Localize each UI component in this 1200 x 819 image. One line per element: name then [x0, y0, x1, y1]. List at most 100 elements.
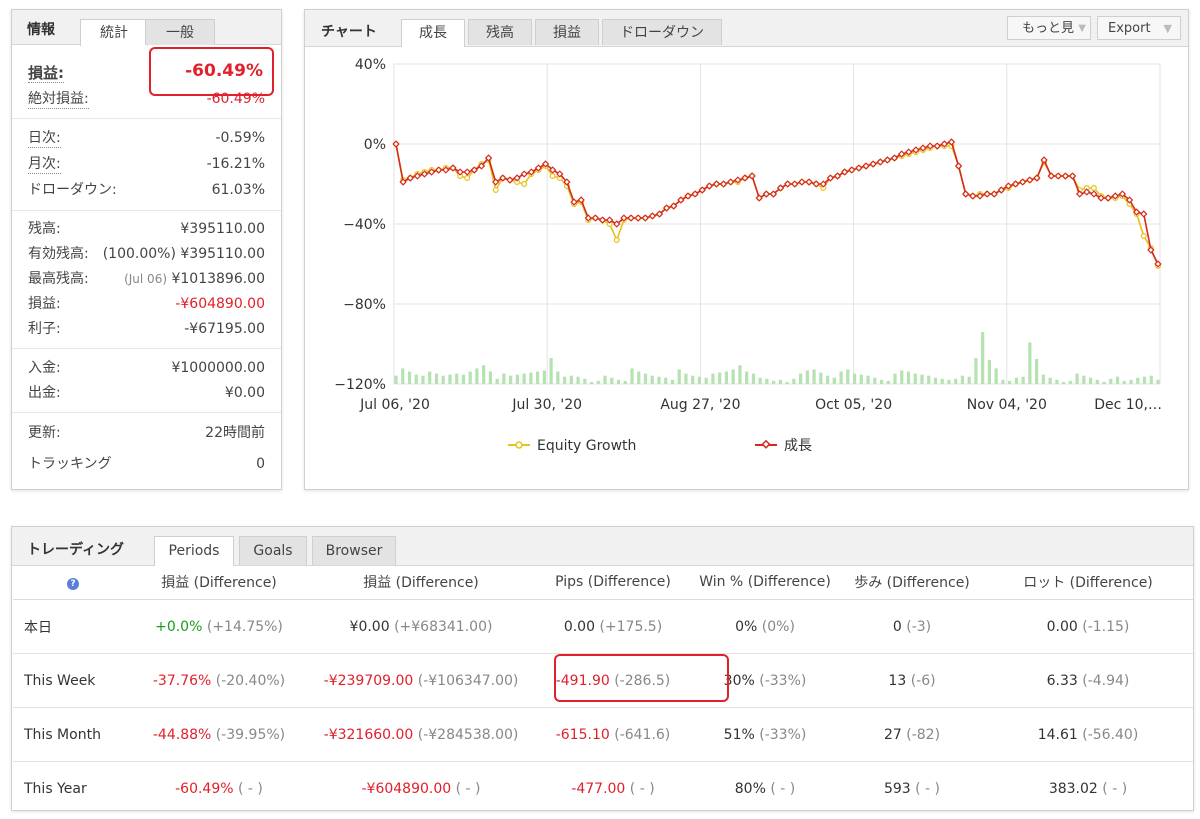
y-axis: 40% 0% −40% −80% −120% [334, 57, 386, 393]
cell-difference: (-39.95%) [215, 726, 286, 743]
header-pips[interactable]: Pips (Difference) [537, 565, 689, 600]
tab-profit[interactable]: 損益 [535, 19, 599, 45]
volume-bar [394, 375, 398, 384]
volume-bar [677, 369, 681, 384]
pl-label: 損益: [28, 296, 61, 312]
volume-bar [502, 373, 506, 384]
volume-bar [738, 365, 742, 384]
volume-bar [569, 375, 573, 384]
cell-value: 0.00 [1046, 618, 1078, 635]
cell-value: -44.88% [152, 726, 212, 743]
growth-point [463, 168, 471, 176]
withdraw-row: 出金: ¥0.00 [28, 382, 265, 404]
volume-bar [852, 373, 857, 384]
volume-bar [724, 371, 729, 384]
volume-bar [994, 368, 998, 384]
legend-equity-growth[interactable]: Equity Growth [508, 438, 636, 454]
equity-growth-point [492, 187, 499, 194]
equity-label: 有効残高: [28, 246, 89, 262]
volume-bar [745, 371, 749, 384]
volume-bar [1021, 376, 1025, 384]
table-cell: -¥604890.00 ( - ) [305, 762, 537, 816]
help-icon[interactable]: ? [67, 578, 79, 590]
tab-periods[interactable]: Periods [154, 536, 234, 566]
tab-growth[interactable]: 成長 [401, 19, 465, 47]
chart-panel: チャート 成長 残高 損益 ドローダウン もっと見 ▼ Export ▼ 40%… [304, 9, 1189, 490]
period-label: This Year [24, 780, 87, 797]
tab-goals[interactable]: Goals [239, 536, 307, 565]
volume-bar [1109, 378, 1113, 384]
volume-bar [643, 373, 648, 384]
volume-bars [394, 332, 1160, 384]
y-tick-label: 0% [364, 137, 386, 153]
volume-bar [441, 375, 445, 384]
volume-bar [906, 371, 911, 384]
volume-bar [488, 371, 493, 384]
volume-bar [758, 377, 762, 384]
equity-value-group: (100.00%) ¥395110.00 [103, 243, 265, 265]
highest-row: 最高残高: (Jul 06) ¥1013896.00 [28, 268, 265, 290]
volume-bar [670, 379, 675, 384]
volume-bar [468, 371, 472, 384]
volume-bar [859, 374, 863, 384]
volume-bar [927, 375, 931, 384]
volume-bar [536, 371, 540, 384]
cell-difference: (+14.75%) [206, 618, 283, 635]
abs-profit-label: 絶対損益: [28, 91, 89, 109]
volume-bar [947, 379, 951, 384]
deposit-row: 入金: ¥1000000.00 [28, 357, 265, 379]
header-profit-amount[interactable]: 損益 (Difference) [305, 565, 537, 600]
cell-value: -615.10 [555, 726, 610, 743]
volume-bar [1075, 373, 1079, 384]
volume-bar [805, 370, 809, 384]
table-cell: -615.10 (-641.6) [537, 707, 689, 762]
cell-difference: (-1.15) [1082, 618, 1130, 635]
volume-bar [751, 373, 755, 384]
volume-bar [731, 369, 735, 384]
tab-stats[interactable]: 統計 [80, 19, 148, 46]
cell-value: 383.02 [1048, 780, 1098, 797]
legend-equity-marker [515, 441, 523, 449]
tab-browser[interactable]: Browser [312, 536, 396, 565]
header-lots[interactable]: ロット (Difference) [983, 565, 1193, 600]
legend-growth[interactable]: 成長 [755, 438, 812, 454]
cell-difference: (-¥106347.00) [417, 672, 519, 689]
legend-equity-label: Equity Growth [537, 438, 636, 454]
header-profit-pct[interactable]: 損益 (Difference) [133, 565, 305, 600]
header-trades[interactable]: 歩み (Difference) [841, 565, 983, 600]
table-cell: 13 (-6) [841, 653, 983, 708]
x-tick-label: Dec 10,… [1094, 397, 1162, 413]
volume-bar [562, 376, 567, 384]
drawdown-label: ドローダウン: [28, 182, 117, 198]
tab-drawdown[interactable]: ドローダウン [602, 19, 722, 45]
header-win-pct[interactable]: Win % (Difference) [689, 565, 841, 600]
volume-bar [684, 373, 688, 384]
divider [12, 210, 281, 211]
volume-bar [529, 372, 533, 384]
volume-bar [428, 371, 432, 384]
daily-label: 日次: [28, 130, 61, 148]
equity-growth-point [613, 237, 620, 244]
table-cell: -¥239709.00 (-¥106347.00) [305, 653, 537, 708]
volume-bar [792, 378, 796, 384]
profit-value: -60.49% [185, 61, 263, 81]
tab-general[interactable]: 一般 [145, 19, 215, 45]
table-cell: 27 (-82) [841, 707, 983, 762]
export-button-label: Export [1108, 21, 1151, 36]
chart-legend: Equity Growth 成長 [508, 438, 812, 454]
volume-bar [610, 377, 614, 384]
more-button[interactable]: もっと見 ▼ [1007, 16, 1091, 40]
y-tick-label: −120% [334, 377, 386, 393]
table-header-row: ? 損益 (Difference) 損益 (Difference) Pips (… [13, 565, 1193, 600]
volume-bar [509, 375, 513, 384]
export-button[interactable]: Export ▼ [1097, 16, 1181, 40]
equity-growth-point [549, 172, 556, 179]
volume-bar [1095, 379, 1099, 384]
tab-balance[interactable]: 残高 [468, 19, 532, 45]
volume-bar [1068, 380, 1072, 384]
volume-bar [407, 371, 412, 384]
tab-info[interactable]: 情報 [27, 19, 55, 39]
volume-bar [1035, 359, 1039, 384]
updated-label: 更新: [28, 425, 61, 441]
monthly-row: 月次: -16.21% [28, 153, 265, 175]
